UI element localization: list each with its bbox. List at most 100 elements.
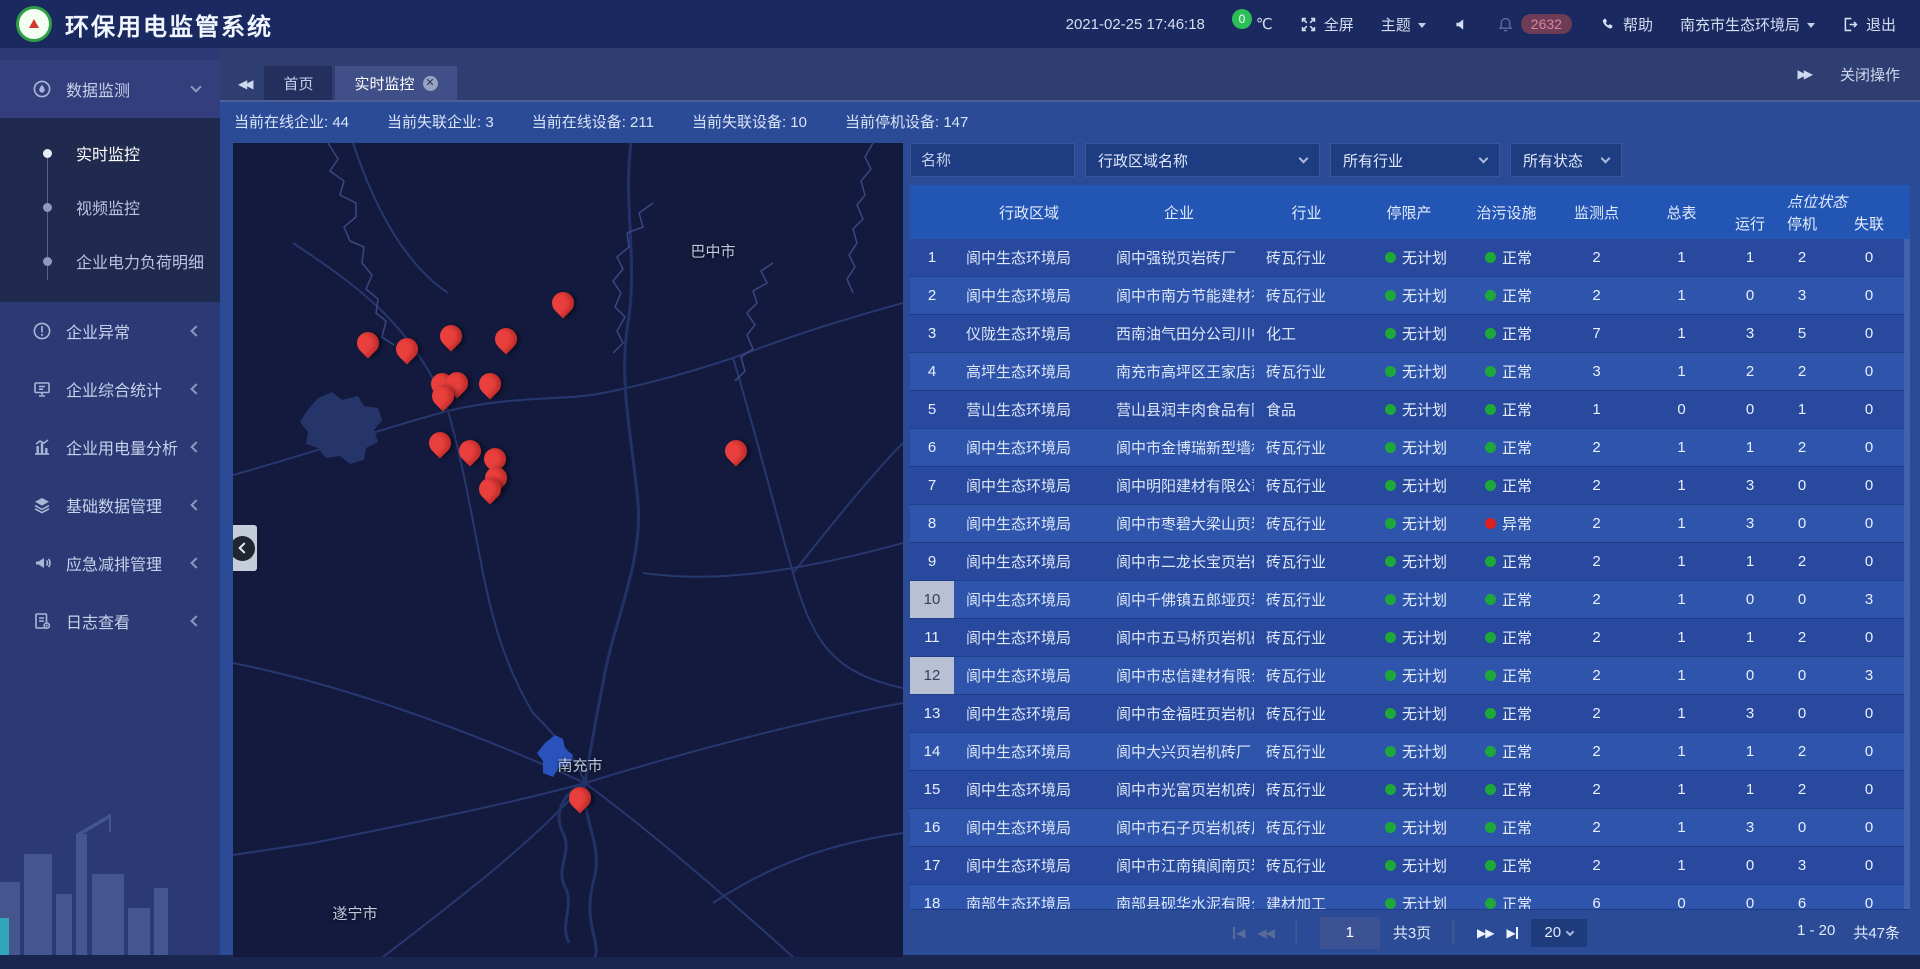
tab-home[interactable]: 首页 [264, 66, 332, 100]
footer-strip [0, 955, 1920, 969]
temperature-unit: ℃ [1256, 15, 1273, 33]
sidebar-item-company-statistics[interactable]: 企业综合统计 [0, 360, 220, 418]
sidebar-item-realtime-monitor[interactable]: 实时监控 [0, 126, 220, 180]
sidebar-item-label: 基础数据管理 [66, 493, 192, 517]
table-row[interactable]: 11阆中生态环境局阆中市五马桥页岩机砖砖瓦行业无计划正常21120 [910, 619, 1910, 657]
stopped-count-cell: 0 [1776, 467, 1828, 504]
table-row[interactable]: 13阆中生态环境局阆中市金福旺页岩机砖砖瓦行业无计划正常21300 [910, 695, 1910, 733]
column-header-index [910, 185, 954, 239]
scrollbar[interactable] [1904, 239, 1910, 909]
table-row[interactable]: 6阆中生态环境局阆中市金博瑞新型墙材砖瓦行业无计划正常21120 [910, 429, 1910, 467]
sidebar-item-base-data[interactable]: 基础数据管理 [0, 476, 220, 534]
map-city-label: 遂宁市 [332, 903, 377, 924]
industry-cell: 砖瓦行业 [1254, 695, 1359, 732]
production-status-cell: 无计划 [1359, 847, 1459, 884]
next-page-button[interactable]: ▶▶ [1477, 926, 1493, 940]
table-row[interactable]: 12阆中生态环境局阆中市忠信建材有限公砖瓦行业无计划正常21003 [910, 657, 1910, 695]
sidebar-item-video-monitor[interactable]: 视频监控 [0, 180, 220, 234]
tabs-scroll-right-icon[interactable]: ▶▶ [1798, 67, 1810, 81]
alert-circle-icon [32, 321, 52, 341]
column-header-production: 停限产 [1359, 185, 1459, 239]
table-row[interactable]: 14阆中生态环境局阆中大兴页岩机砖厂砖瓦行业无计划正常21120 [910, 733, 1910, 771]
column-header-meter: 总表 [1639, 185, 1724, 239]
first-page-button[interactable]: ◀ [1233, 926, 1244, 940]
tab-label: 实时监控 [354, 73, 414, 94]
notifications[interactable]: 2632 [1497, 14, 1572, 34]
row-number-cell: 14 [910, 733, 954, 770]
table-row[interactable]: 9阆中生态环境局阆中市二龙长宝页岩砖砖瓦行业无计划正常21120 [910, 543, 1910, 581]
datetime: 2021-02-25 17:46:18 [1066, 16, 1205, 33]
table-row[interactable]: 7阆中生态环境局阆中明阳建材有限公司砖瓦行业无计划正常21300 [910, 467, 1910, 505]
map-collapse-handle[interactable] [233, 525, 257, 571]
page-number-input[interactable] [1320, 917, 1380, 949]
offline-count-cell: 0 [1828, 771, 1910, 808]
offline-count-cell: 0 [1828, 619, 1910, 656]
status-select[interactable]: 所有状态 [1510, 143, 1622, 177]
sidebar-item-power-analysis[interactable]: 企业用电量分析 [0, 418, 220, 476]
row-number-cell: 2 [910, 277, 954, 314]
map[interactable]: 巴中市南充市遂宁市 [233, 143, 903, 957]
offline-count-cell: 0 [1828, 695, 1910, 732]
region-cell: 阆中生态环境局 [954, 847, 1104, 884]
table-row[interactable]: 4高坪生态环境局南充市高坪区王家店建砖瓦行业无计划正常31220 [910, 353, 1910, 391]
industry-cell: 砖瓦行业 [1254, 657, 1359, 694]
monitor-count-cell: 2 [1554, 733, 1639, 770]
sidebar-item-power-load-detail[interactable]: 企业电力负荷明细 [0, 234, 220, 288]
industry-cell: 砖瓦行业 [1254, 353, 1359, 390]
map-roads [233, 143, 903, 957]
production-status-cell: 无计划 [1359, 353, 1459, 390]
table-row[interactable]: 10阆中生态环境局阆中千佛镇五郎垭页岩砖瓦行业无计划正常21003 [910, 581, 1910, 619]
sidebar-item-company-abnormal[interactable]: 企业异常 [0, 302, 220, 360]
sound-button[interactable] [1453, 16, 1470, 33]
org-dropdown[interactable]: 南充市生态环境局 [1680, 14, 1815, 35]
status-bar: 当前在线企业: 44当前失联企业: 3当前在线设备: 211当前失联设备: 10… [220, 102, 1920, 140]
table-row[interactable]: 16阆中生态环境局阆中市石子页岩机砖厂砖瓦行业无计划正常21300 [910, 809, 1910, 847]
table-row[interactable]: 8阆中生态环境局阆中市枣碧大梁山页岩砖瓦行业无计划异常21300 [910, 505, 1910, 543]
tabs-scroll-left-icon[interactable]: ◀◀ [238, 77, 250, 91]
logout-button[interactable]: 退出 [1842, 14, 1896, 35]
table-row[interactable]: 15阆中生态环境局阆中市光富页岩机砖厂砖瓦行业无计划正常21120 [910, 771, 1910, 809]
tab-close-icon[interactable]: ✕ [423, 76, 438, 91]
sidebar-item-emergency-reduction[interactable]: 应急减排管理 [0, 534, 220, 592]
fullscreen-button[interactable]: 全屏 [1300, 14, 1354, 35]
sidebar-item-log-view[interactable]: 日志查看 [0, 592, 220, 650]
map-city-label: 巴中市 [690, 241, 735, 262]
table-row[interactable]: 5营山生态环境局营山县润丰肉食品有限食品无计划正常10010 [910, 391, 1910, 429]
speaker-icon [1453, 16, 1470, 33]
name-search-input[interactable] [910, 143, 1075, 177]
row-number-cell: 15 [910, 771, 954, 808]
industry-select[interactable]: 所有行业 [1330, 143, 1500, 177]
prev-page-button[interactable]: ◀◀ [1257, 926, 1273, 940]
status-item: 当前失联企业: 3 [387, 111, 494, 132]
close-operations-button[interactable]: 关闭操作 [1840, 64, 1900, 85]
table-row[interactable]: 3仪陇生态环境局西南油气田分公司川中化工无计划正常71350 [910, 315, 1910, 353]
table-row[interactable]: 1阆中生态环境局阆中强锐页岩砖厂砖瓦行业无计划正常21120 [910, 239, 1910, 277]
chevron-down-icon [1418, 23, 1426, 28]
table-row[interactable]: 2阆中生态环境局阆中市南方节能建材有砖瓦行业无计划正常21030 [910, 277, 1910, 315]
top-bar: 环保用电监管系统 2021-02-25 17:46:18 0 ℃ 全屏 主题 [0, 0, 1920, 48]
help-button[interactable]: 帮助 [1599, 14, 1653, 35]
table-row[interactable]: 18南部生态环境局南部县砚华水泥有限公建材加工无计划正常60060 [910, 885, 1910, 909]
status-item: 当前停机设备: 147 [845, 111, 968, 132]
offline-count-cell: 0 [1828, 239, 1910, 276]
meter-count-cell: 0 [1639, 885, 1724, 909]
dot-icon [43, 149, 52, 158]
region-cell: 阆中生态环境局 [954, 277, 1104, 314]
sidebar-item-data-monitoring[interactable]: 数据监测 [0, 60, 220, 118]
region-cell: 阆中生态环境局 [954, 733, 1104, 770]
temperature-badge: 0 [1232, 9, 1252, 29]
pagination-bar: ◀ ◀◀ │ 共3页 │ ▶▶ ▶ 20 1 - 2 [910, 909, 1910, 955]
region-cell: 阆中生态环境局 [954, 771, 1104, 808]
theme-dropdown[interactable]: 主题 [1381, 14, 1426, 35]
megaphone-icon [32, 553, 52, 573]
company-cell: 西南油气田分公司川中 [1104, 315, 1254, 352]
table-row[interactable]: 17阆中生态环境局阆中市江南镇阆南页岩砖瓦行业无计划正常21030 [910, 847, 1910, 885]
tab-realtime-monitor[interactable]: 实时监控 ✕ [335, 66, 456, 100]
status-dot-icon [1385, 594, 1396, 605]
running-count-cell: 1 [1724, 239, 1776, 276]
divider: │ [1291, 922, 1303, 944]
last-page-button[interactable]: ▶ [1507, 926, 1518, 940]
region-select[interactable]: 行政区域名称 [1085, 143, 1320, 177]
page-size-select[interactable]: 20 [1531, 919, 1587, 947]
company-cell: 阆中明阳建材有限公司 [1104, 467, 1254, 504]
